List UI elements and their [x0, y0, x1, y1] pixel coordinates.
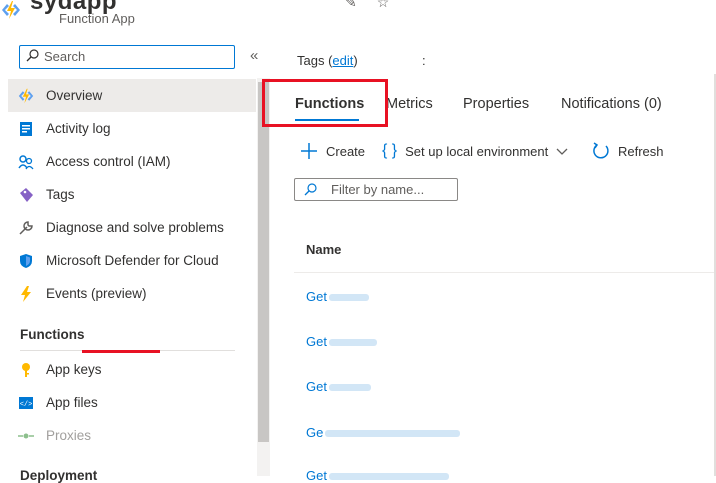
sidebar-item-app-keys[interactable]: App keys: [8, 353, 256, 386]
tab-properties[interactable]: Properties: [463, 96, 529, 112]
shield-icon: [16, 251, 36, 271]
function-app-logo-icon: [2, 1, 20, 19]
sidebar-item-activity-log[interactable]: Activity log: [8, 112, 256, 145]
local-environment-button[interactable]: { } Set up local environment: [382, 141, 568, 161]
people-icon: [16, 152, 36, 172]
header-actions: ✎☆: [345, 0, 409, 11]
tags-label-close: ): [353, 53, 358, 68]
sidebar-section-functions: Functions: [20, 327, 85, 342]
filter-box[interactable]: [294, 178, 458, 201]
function-link[interactable]: Get: [306, 379, 371, 394]
chevron-down-icon: [556, 144, 568, 159]
sidebar-item-label: App keys: [46, 362, 102, 377]
filter-input[interactable]: [331, 181, 451, 198]
function-name: Get: [306, 334, 327, 349]
log-icon: [16, 119, 36, 139]
function-link[interactable]: Get: [306, 334, 377, 349]
search-icon: [26, 49, 39, 62]
column-header-name[interactable]: Name: [306, 242, 341, 257]
sidebar-item-label: App files: [46, 395, 98, 410]
lightning-icon: [16, 86, 36, 106]
svg-text:</>: </>: [20, 401, 33, 409]
function-name: Ge: [306, 425, 324, 440]
function-link[interactable]: Get: [306, 289, 369, 304]
pin-icon[interactable]: ✎: [345, 0, 377, 10]
wrench-icon: [16, 218, 36, 238]
sidebar-item-overview[interactable]: Overview: [8, 79, 256, 112]
sidebar-item-label: Tags: [46, 187, 75, 202]
sidebar-item-label: Microsoft Defender for Cloud: [46, 253, 219, 268]
refresh-label: Refresh: [618, 143, 664, 159]
sidebar-item-events[interactable]: Events (preview): [8, 277, 256, 310]
plus-icon: [300, 142, 318, 160]
app-type-label: Function App: [59, 11, 135, 26]
sidebar-item-proxies[interactable]: Proxies: [8, 419, 256, 452]
sidebar-item-access-control[interactable]: Access control (IAM): [8, 145, 256, 178]
refresh-icon: [592, 142, 610, 160]
function-name: Get: [306, 379, 327, 394]
refresh-button[interactable]: Refresh: [592, 141, 664, 161]
annotation-highlight-box: [262, 79, 388, 127]
function-link[interactable]: Ge: [306, 425, 461, 440]
proxy-icon: [16, 426, 36, 446]
sidebar-item-label: Diagnose and solve problems: [46, 220, 224, 235]
tag-icon: [16, 185, 36, 205]
tags-edit-link[interactable]: edit: [332, 53, 353, 68]
code-file-icon: </>: [16, 393, 36, 413]
create-label: Create: [326, 143, 366, 159]
sidebar-item-diagnose[interactable]: Diagnose and solve problems: [8, 211, 256, 244]
sidebar-item-label: Proxies: [46, 428, 92, 443]
sidebar-item-label: Access control (IAM): [46, 154, 171, 169]
braces-icon: { }: [382, 142, 398, 159]
tags-row: Tags (edit): [297, 53, 358, 68]
key-icon: [16, 360, 36, 380]
tab-metrics[interactable]: Metrics: [386, 96, 433, 112]
sidebar-item-tags[interactable]: Tags: [8, 178, 256, 211]
sidebar-scroll-thumb[interactable]: [258, 82, 269, 442]
sidebar-item-label: Events (preview): [46, 286, 147, 301]
tags-label: Tags (: [297, 53, 333, 68]
create-button[interactable]: Create: [300, 141, 365, 161]
local-environment-label: Set up local environment: [405, 143, 549, 159]
row-divider: [294, 272, 716, 273]
sidebar-item-app-files[interactable]: </> App files: [8, 386, 256, 419]
sidebar-item-label: Overview: [46, 88, 103, 103]
star-icon[interactable]: ☆: [377, 0, 410, 10]
sidebar-item-label: Activity log: [46, 121, 111, 136]
search-icon: [304, 183, 317, 196]
lightning-icon: [16, 284, 36, 304]
sidebar-item-defender[interactable]: Microsoft Defender for Cloud: [8, 244, 256, 277]
tags-separator: :: [422, 53, 426, 68]
function-name: Get: [306, 289, 327, 304]
collapse-sidebar-button[interactable]: «: [250, 47, 258, 64]
tab-notifications[interactable]: Notifications (0): [561, 96, 662, 112]
search-input[interactable]: [44, 47, 229, 66]
sidebar-search[interactable]: [19, 45, 235, 69]
